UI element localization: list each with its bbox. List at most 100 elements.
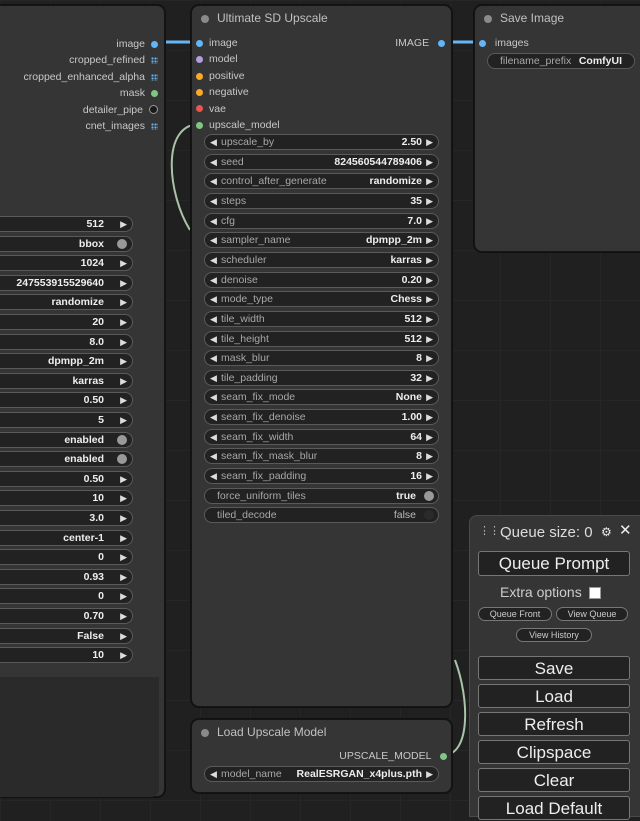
increment-arrow-icon[interactable]: ▶ (120, 256, 127, 270)
save-button[interactable]: Save (478, 656, 630, 680)
input-slot-negative[interactable]: negative (196, 84, 249, 100)
output-dot-icon[interactable] (438, 39, 445, 47)
decrement-arrow-icon[interactable]: ◀ (210, 174, 217, 188)
left-widget-20[interactable]: 0.70 ▶ (0, 608, 133, 624)
increment-arrow-icon[interactable]: ▶ (426, 449, 433, 463)
output-slot-cnet-images[interactable]: cnet_images (85, 118, 158, 134)
output-slot-detailer-pipe[interactable]: detailer_pipe (83, 102, 158, 118)
decrement-arrow-icon[interactable]: ◀ (210, 469, 217, 483)
decrement-arrow-icon[interactable]: ◀ (210, 449, 217, 463)
left-widget-12[interactable]: enabled (0, 451, 133, 468)
input-slot-image[interactable]: image (196, 35, 238, 51)
load-upscale-model-node[interactable]: Load Upscale Model UPSCALE_MODEL ◀ model… (191, 719, 452, 793)
output-dot-icon[interactable] (151, 40, 158, 48)
widget-tile-width[interactable]: ◀ tile_width 512 ▶ (204, 310, 439, 327)
left-widget-13[interactable]: 0.50 ▶ (0, 470, 133, 487)
decrement-arrow-icon[interactable]: ◀ (210, 767, 217, 781)
increment-arrow-icon[interactable]: ▶ (426, 292, 433, 306)
left-widget-11[interactable]: enabled (0, 431, 133, 448)
increment-arrow-icon[interactable]: ▶ (426, 430, 433, 444)
input-dot-icon[interactable] (196, 105, 203, 113)
decrement-arrow-icon[interactable]: ◀ (210, 351, 217, 365)
widget-seam-fix-mode[interactable]: ◀ seam_fix_mode None ▶ (204, 389, 439, 406)
increment-arrow-icon[interactable]: ▶ (120, 393, 127, 407)
increment-arrow-icon[interactable]: ▶ (120, 413, 127, 427)
collapse-dot-icon[interactable] (201, 729, 209, 737)
toggle-knob-icon[interactable] (424, 490, 434, 501)
left-widget-17[interactable]: 0 ▶ (0, 549, 133, 566)
increment-arrow-icon[interactable]: ▶ (426, 390, 433, 404)
drag-handle-icon[interactable]: ⋮⋮ (479, 524, 500, 537)
left-widget-7[interactable]: dpmpp_2m ▶ (0, 353, 133, 370)
output-slot-cropped-refined[interactable]: cropped_refined (69, 52, 158, 68)
output-slot-mask[interactable]: mask (120, 85, 158, 101)
left-widget-15[interactable]: 3.0 ▶ (0, 510, 133, 526)
increment-arrow-icon[interactable]: ▶ (120, 570, 127, 584)
widget-mode-type[interactable]: ◀ mode_type Chess ▶ (204, 291, 439, 308)
increment-arrow-icon[interactable]: ▶ (120, 589, 127, 603)
increment-arrow-icon[interactable]: ▶ (120, 374, 127, 388)
extra-options-checkbox[interactable] (588, 587, 601, 600)
grid-slot-icon[interactable] (151, 122, 158, 130)
input-slot-images[interactable]: images (479, 35, 529, 51)
decrement-arrow-icon[interactable]: ◀ (210, 390, 217, 404)
increment-arrow-icon[interactable]: ▶ (426, 253, 433, 267)
output-slot-image[interactable]: image (116, 36, 158, 52)
decrement-arrow-icon[interactable]: ◀ (210, 292, 217, 306)
widget-upscale-by[interactable]: ◀ upscale_by 2.50 ▶ (204, 134, 439, 150)
toggle-knob-icon[interactable] (424, 510, 434, 521)
increment-arrow-icon[interactable]: ▶ (426, 351, 433, 365)
increment-arrow-icon[interactable]: ▶ (426, 214, 433, 228)
decrement-arrow-icon[interactable]: ◀ (210, 214, 217, 228)
decrement-arrow-icon[interactable]: ◀ (210, 410, 217, 424)
increment-arrow-icon[interactable]: ▶ (120, 511, 127, 525)
left-widget-22[interactable]: 10 ▶ (0, 647, 133, 664)
widget-seam-fix-mask-blur[interactable]: ◀ seam_fix_mask_blur 8 ▶ (204, 448, 439, 465)
left-widget-16[interactable]: center-1 ▶ (0, 529, 133, 546)
node-title-bar[interactable]: Save Image (475, 6, 640, 31)
decrement-arrow-icon[interactable]: ◀ (210, 194, 217, 208)
widget-steps[interactable]: ◀ steps 35 ▶ (204, 192, 439, 209)
widget-seam-fix-padding[interactable]: ◀ seam_fix_padding 16 ▶ (204, 468, 439, 485)
save-image-node[interactable]: Save Image images filename_prefix ComfyU… (474, 5, 640, 252)
left-widget-1[interactable]: bbox (0, 235, 133, 252)
left-widget-2[interactable]: 1024 ▶ (0, 255, 133, 272)
widget-seam-fix-width[interactable]: ◀ seam_fix_width 64 ▶ (204, 428, 439, 445)
widget-force-uniform-tiles[interactable]: force_uniform_tiles true (204, 487, 439, 504)
load-button[interactable]: Load (478, 684, 630, 708)
decrement-arrow-icon[interactable]: ◀ (210, 312, 217, 326)
settings-gear-icon[interactable]: ⚙ (601, 525, 612, 539)
decrement-arrow-icon[interactable]: ◀ (210, 371, 217, 385)
increment-arrow-icon[interactable]: ▶ (120, 531, 127, 545)
widget-seed[interactable]: ◀ seed 824560544789406 ▶ (204, 153, 439, 170)
left-widget-21[interactable]: False ▶ (0, 627, 133, 644)
increment-arrow-icon[interactable]: ▶ (426, 767, 433, 781)
decrement-arrow-icon[interactable]: ◀ (210, 233, 217, 247)
decrement-arrow-icon[interactable]: ◀ (210, 253, 217, 267)
widget-filename-prefix[interactable]: filename_prefix ComfyUI (487, 53, 635, 69)
decrement-arrow-icon[interactable]: ◀ (210, 135, 217, 149)
input-dot-icon[interactable] (196, 39, 203, 47)
input-slot-positive[interactable]: positive (196, 68, 245, 84)
collapse-dot-icon[interactable] (484, 15, 492, 23)
output-dot-icon[interactable] (151, 89, 158, 97)
input-dot-icon[interactable] (479, 39, 486, 47)
input-dot-icon[interactable] (196, 56, 203, 64)
widget-tiled-decode[interactable]: tiled_decode false (204, 507, 439, 524)
increment-arrow-icon[interactable]: ▶ (120, 276, 127, 290)
collapse-dot-icon[interactable] (201, 15, 209, 23)
widget-model-name[interactable]: ◀ model_name RealESRGAN_x4plus.pth ▶ (204, 766, 439, 782)
increment-arrow-icon[interactable]: ▶ (426, 233, 433, 247)
increment-arrow-icon[interactable]: ▶ (426, 273, 433, 287)
widget-tile-padding[interactable]: ◀ tile_padding 32 ▶ (204, 369, 439, 386)
widget-cfg[interactable]: ◀ cfg 7.0 ▶ (204, 212, 439, 229)
input-dot-icon[interactable] (196, 121, 203, 129)
queue-prompt-button[interactable]: Queue Prompt (478, 551, 630, 576)
increment-arrow-icon[interactable]: ▶ (120, 217, 127, 231)
increment-arrow-icon[interactable]: ▶ (426, 371, 433, 385)
left-widget-0[interactable]: 512 ▶ (0, 216, 133, 232)
output-dot-icon[interactable] (149, 105, 158, 115)
queue-front-button[interactable]: Queue Front (478, 607, 552, 621)
left-widget-5[interactable]: 20 ▶ (0, 314, 133, 330)
widget-scheduler[interactable]: ◀ scheduler karras ▶ (204, 251, 439, 268)
